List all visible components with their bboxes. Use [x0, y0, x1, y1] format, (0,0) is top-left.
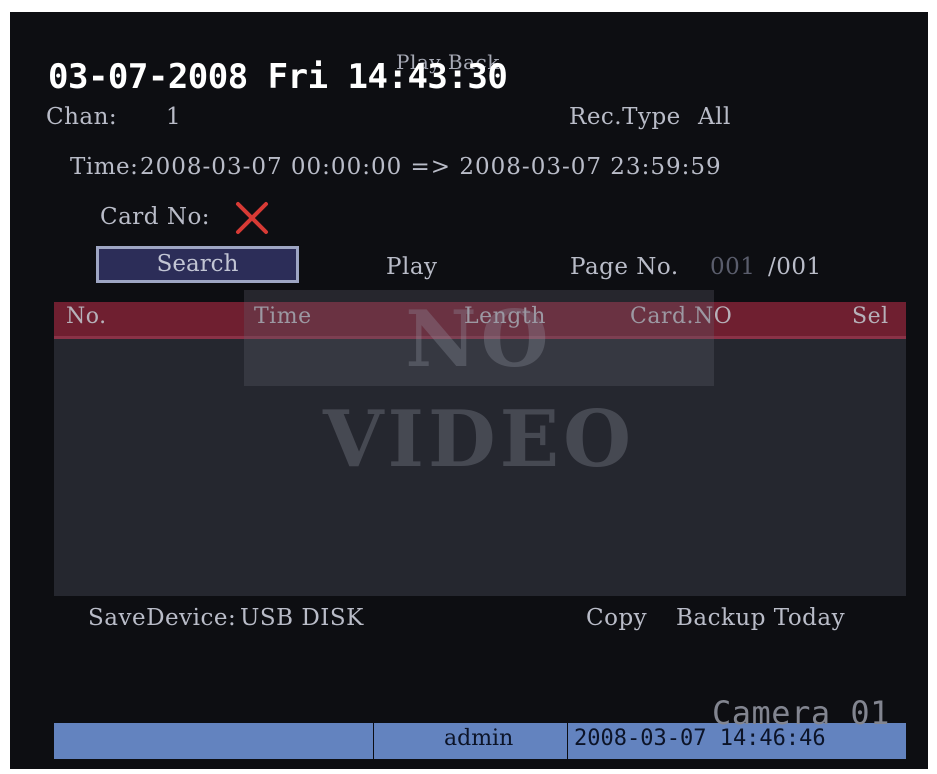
- backup-today-button[interactable]: Backup Today: [676, 605, 845, 631]
- chan-value[interactable]: 1: [166, 104, 181, 130]
- search-button[interactable]: Search: [96, 246, 299, 283]
- status-segment-user: admin: [374, 723, 568, 759]
- column-sel: Sel: [852, 304, 889, 329]
- page-no-label: Page No.: [570, 254, 679, 280]
- camera-name-osd: Camera 01: [712, 694, 890, 732]
- play-button[interactable]: Play: [386, 254, 438, 280]
- time-label: Time:: [70, 154, 139, 180]
- page-current[interactable]: 001: [710, 254, 755, 280]
- status-user: admin: [444, 726, 514, 751]
- chan-label: Chan:: [46, 104, 118, 130]
- osd-datetime: 03-07-2008 Fri 14:43:30: [48, 57, 508, 97]
- rec-type-label: Rec.Type: [569, 104, 681, 130]
- save-device-value[interactable]: USB DISK: [240, 605, 364, 631]
- page-total: /001: [768, 254, 822, 280]
- copy-button[interactable]: Copy: [586, 605, 647, 631]
- save-device-label: SaveDevice:: [88, 605, 237, 631]
- status-segment-empty: [54, 723, 374, 759]
- no-video-overlay: NO VIDEO: [244, 290, 714, 485]
- rec-type-value[interactable]: All: [698, 104, 731, 130]
- dvr-screen: Play Back 03-07-2008 Fri 14:43:30 Chan: …: [10, 12, 928, 769]
- x-icon[interactable]: [234, 200, 270, 236]
- time-range[interactable]: 2008-03-07 00:00:00 => 2008-03-07 23:59:…: [140, 154, 722, 180]
- column-no: No.: [66, 304, 107, 329]
- card-no-label: Card No:: [100, 204, 211, 230]
